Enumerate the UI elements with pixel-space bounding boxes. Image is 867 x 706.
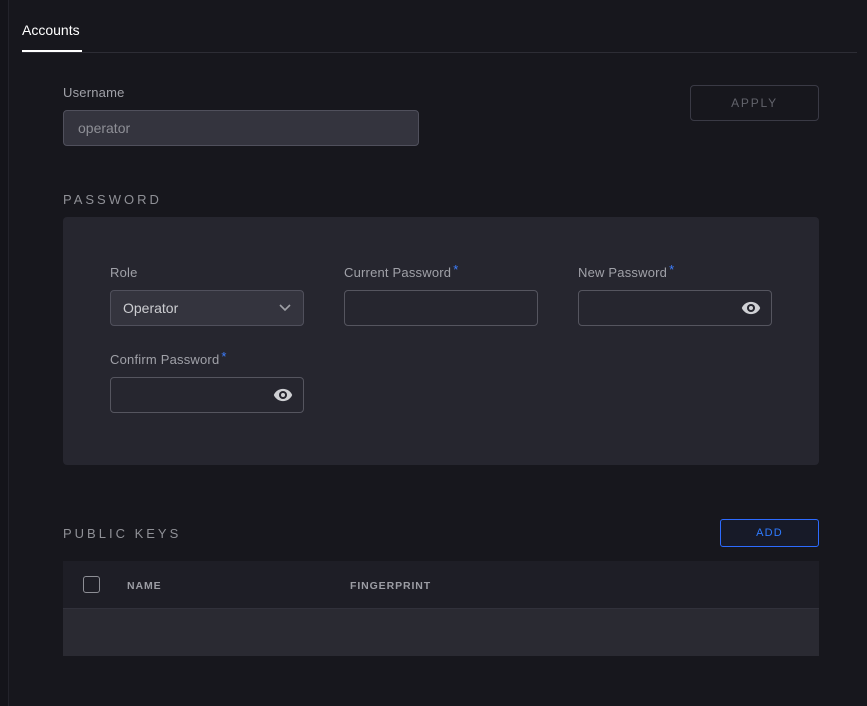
grid-spacer [578, 352, 772, 413]
role-label: Role [110, 265, 304, 280]
username-field-group: Username [63, 85, 419, 146]
password-panel: Role Operator Current Password* [63, 217, 819, 465]
current-password-label-text: Current Password [344, 265, 451, 280]
name-column-header-cell: NAME [127, 576, 350, 594]
add-public-key-button[interactable]: ADD [720, 519, 819, 547]
eye-icon[interactable] [273, 388, 293, 402]
current-password-input[interactable] [344, 290, 538, 326]
current-password-field-group: Current Password* [344, 265, 538, 326]
name-column-header: NAME [127, 580, 162, 592]
new-password-label: New Password* [578, 265, 772, 280]
apply-button[interactable]: APPLY [690, 85, 819, 121]
confirm-password-field-group: Confirm Password* [110, 352, 304, 413]
required-marker: * [669, 262, 674, 277]
empty-table-row [63, 609, 819, 656]
public-keys-section-title: PUBLIC KEYS [63, 526, 181, 541]
required-marker: * [221, 349, 226, 364]
public-keys-table: NAME FINGERPRINT [63, 561, 819, 656]
required-marker: * [453, 262, 458, 277]
public-keys-header: PUBLIC KEYS ADD [63, 519, 819, 547]
current-password-wrap [344, 290, 538, 326]
fingerprint-column-header: FINGERPRINT [350, 580, 431, 592]
new-password-wrap [578, 290, 772, 326]
role-select[interactable]: Operator [110, 290, 304, 326]
confirm-password-wrap [110, 377, 304, 413]
accounts-settings-page: Accounts Username APPLY PASSWORD Role Op… [0, 0, 867, 706]
grid-spacer [344, 352, 538, 413]
new-password-label-text: New Password [578, 265, 667, 280]
tab-accounts[interactable]: Accounts [22, 16, 82, 52]
select-all-cell [63, 576, 127, 593]
confirm-password-label-text: Confirm Password [110, 352, 219, 367]
tab-bar: Accounts [22, 16, 857, 53]
sidebar-edge [0, 0, 9, 706]
select-all-checkbox[interactable] [83, 576, 100, 593]
password-grid: Role Operator Current Password* [110, 265, 772, 413]
eye-icon[interactable] [741, 301, 761, 315]
username-label: Username [63, 85, 419, 100]
role-field-group: Role Operator [110, 265, 304, 326]
fingerprint-column-header-cell: FINGERPRINT [350, 576, 431, 594]
password-section-title: PASSWORD [63, 192, 819, 207]
table-header-row: NAME FINGERPRINT [63, 561, 819, 609]
role-selected-value: Operator [123, 300, 178, 316]
new-password-field-group: New Password* [578, 265, 772, 326]
confirm-password-label: Confirm Password* [110, 352, 304, 367]
main-content: Username APPLY PASSWORD Role Operator [63, 85, 819, 656]
current-password-label: Current Password* [344, 265, 538, 280]
username-input[interactable] [63, 110, 419, 146]
username-row: Username APPLY [63, 85, 819, 146]
chevron-down-icon [279, 304, 291, 312]
